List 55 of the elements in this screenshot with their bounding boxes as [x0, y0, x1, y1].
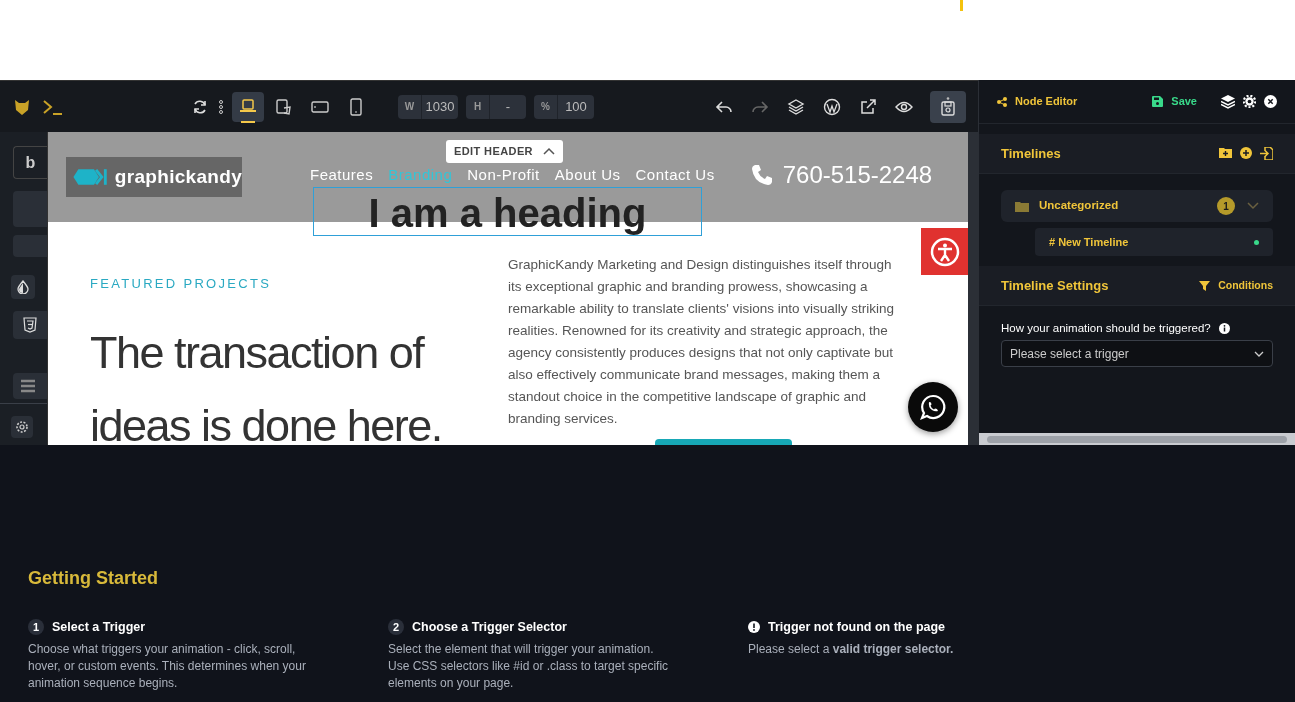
conditions-button[interactable]: Conditions — [1199, 277, 1273, 294]
chevron-down-icon — [1254, 350, 1264, 357]
more-icon[interactable] — [218, 98, 224, 115]
step-title: Trigger not found on the page — [768, 619, 946, 636]
section-heading: Timeline Settings — [1001, 276, 1109, 295]
terminal-icon[interactable] — [42, 97, 64, 116]
import-file-icon[interactable] — [1260, 147, 1273, 160]
save-button[interactable]: Save — [1152, 93, 1197, 110]
css3-icon[interactable] — [13, 311, 47, 339]
dimension-field[interactable]: % 100 — [534, 94, 594, 119]
trigger-select[interactable]: Please select a trigger — [1001, 340, 1273, 368]
save-icon — [1152, 96, 1164, 107]
laptop-icon[interactable] — [232, 91, 264, 122]
step-description: Select the element that will trigger your animation. Use CSS selectors like #id or .class to target specific elements on your page. — [388, 640, 670, 692]
field-label: How your animation should be triggered? — [1001, 321, 1211, 336]
step-title: Choose a Trigger Selector — [412, 619, 567, 636]
layers-icon[interactable] — [1221, 94, 1235, 109]
folder-plus-icon[interactable] — [1219, 147, 1232, 158]
chevron-icon[interactable] — [1247, 202, 1259, 210]
scrollbar-thumb[interactable] — [987, 435, 1287, 443]
step-title: Select a Trigger — [52, 619, 146, 636]
step-description: Please select a valid trigger selector. — [748, 640, 955, 658]
share-nodes-icon — [997, 96, 1007, 107]
accessibility-icon[interactable] — [921, 228, 968, 275]
folder-icon — [1015, 200, 1029, 212]
section-heading: Getting Started — [28, 567, 159, 590]
step-description: Choose what triggers your animation - click, scroll, hover, or custom events. This determines when your animation sequence begins. — [28, 640, 307, 692]
settings-icon[interactable] — [1243, 95, 1256, 108]
step-number: 2 — [388, 619, 404, 636]
step-number: 1 — [28, 619, 44, 636]
settings-icon[interactable] — [11, 416, 33, 438]
section-title: The transaction of ideas is done here. — [90, 325, 443, 445]
info-icon — [1218, 323, 1230, 335]
list-icon[interactable] — [13, 373, 47, 399]
edit-header-button[interactable]: EDIT HEADER — [446, 140, 563, 163]
chat-bubble-icon[interactable] — [908, 382, 958, 432]
dimension-field[interactable]: H - — [466, 94, 526, 119]
alert-icon — [748, 621, 760, 634]
site-logo[interactable]: graphickandy — [66, 157, 242, 197]
folder-row[interactable]: Uncategorized 1 — [1001, 190, 1273, 222]
dimension-field[interactable]: W 1030 — [398, 94, 458, 119]
caret-up-icon — [542, 147, 555, 156]
phone-number: 760-515-2248 — [782, 160, 933, 190]
phone-icon — [750, 164, 773, 186]
drop-icon[interactable] — [11, 275, 35, 299]
close-icon[interactable] — [1264, 95, 1277, 108]
sidebar-letter-button[interactable]: b — [13, 146, 47, 179]
section-heading: Timelines — [1001, 144, 1061, 163]
section-eyebrow: FEATURED PROJECTS — [90, 275, 273, 293]
timeline-row[interactable]: # New Timeline — [1035, 228, 1273, 256]
filter-icon — [1199, 280, 1211, 291]
description-paragraph: GraphicKandy Marketing and Design distinguishes itself through its exceptional graphic and branding prowess, showcasing a remarkable ability to translate clients' visions into visually striking realities. Renowned for its creativity and strategic approach, the agency consistently produces designs that not only captivate but also effectively communicate brand messages, making them a standout choice in the competitive landscape of graphic and branding services. — [508, 256, 895, 428]
cursor-mark — [960, 0, 963, 11]
panel-title: Node Editor — [1015, 94, 1078, 110]
add-circle-icon[interactable] — [1240, 147, 1252, 159]
